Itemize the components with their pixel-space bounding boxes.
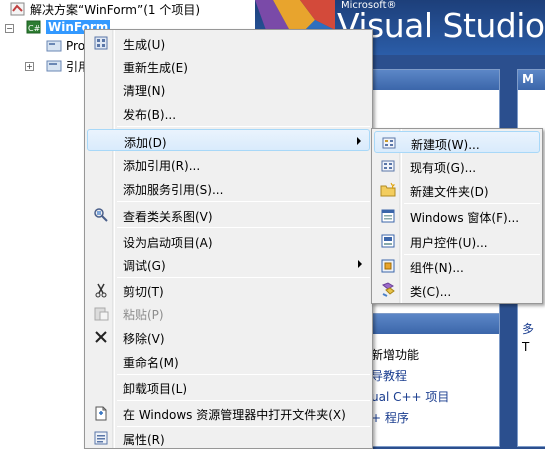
menu-item-label: 重新生成(E) [123, 61, 188, 75]
menu-item-set-startup[interactable]: 设为启动项目(A) [87, 230, 370, 252]
menu-item-label: 粘贴(P) [123, 308, 164, 322]
menu-item-rename[interactable]: 重命名(M) [87, 350, 370, 372]
submenu-item-user-control[interactable]: 用户控件(U)... [374, 230, 540, 252]
menu-item-label: 调试(G) [123, 259, 166, 273]
submenu-item-class[interactable]: 类(C)... [374, 279, 540, 301]
menu-item-label: 查看类关系图(V) [123, 210, 213, 224]
menu-item-add-reference[interactable]: 添加引用(R)... [87, 153, 370, 175]
properties-folder-icon [46, 40, 62, 52]
submenu-item-existing-item[interactable]: 现有项(G)... [374, 155, 540, 177]
menu-item-label: 现有项(G)... [410, 161, 477, 175]
menu-item-label: 移除(V) [123, 332, 165, 346]
project-context-menu: 生成(U) 重新生成(E) 清理(N) 发布(B)... 添加(D) 添加引用(… [84, 29, 373, 449]
menu-item-label: 新建项(W)... [411, 138, 480, 152]
solution-icon [10, 2, 25, 16]
menu-item-add-service-reference[interactable]: 添加服务引用(S)... [87, 177, 370, 199]
references-folder-icon [46, 60, 62, 72]
menu-item-build[interactable]: 生成(U) [87, 32, 370, 54]
menu-item-open-in-explorer[interactable]: 在 Windows 资源管理器中打开文件夹(X) [87, 402, 370, 424]
link-new-features[interactable]: 新增功能 [371, 346, 419, 363]
menu-item-publish[interactable]: 发布(B)... [87, 102, 370, 124]
submenu-item-component[interactable]: 组件(N)... [374, 255, 540, 277]
tree-solution-node[interactable]: 解决方案“WinForm”(1 个项目) [10, 0, 200, 18]
menu-item-label: 组件(N)... [410, 261, 464, 275]
link-tutorial[interactable]: 导教程 [371, 367, 407, 384]
menu-separator [117, 227, 370, 228]
menu-item-label: 属性(R) [123, 433, 165, 447]
menu-item-label: 清理(N) [123, 84, 166, 98]
menu-item-clean[interactable]: 清理(N) [87, 78, 370, 100]
collapse-toggle[interactable]: − [5, 24, 14, 33]
cut-icon [95, 283, 107, 298]
link-vcpp[interactable]: ual C++ 项目 [371, 388, 449, 405]
menu-item-label: 生成(U) [123, 38, 166, 52]
component-icon [381, 259, 395, 273]
screen: Microsoft® Visual Studio T M 多 T 新增功能 导教… [0, 0, 545, 449]
menu-item-label: Windows 窗体(F)... [410, 211, 520, 225]
csharp-badge: C# [28, 24, 41, 33]
solution-label: 解决方案“WinForm”(1 个项目) [30, 2, 201, 17]
user-control-icon [381, 234, 395, 248]
menu-item-properties[interactable]: 属性(R) [87, 427, 370, 449]
menu-item-add[interactable]: 添加(D) [87, 129, 370, 151]
build-icon [94, 36, 108, 50]
submenu-item-new-item[interactable]: 新建项(W)... [374, 131, 540, 153]
right-panel-letter: M [522, 72, 534, 86]
menu-separator [117, 374, 370, 375]
tree-properties-node[interactable]: Pro [46, 37, 85, 55]
menu-item-label: 剪切(T) [123, 285, 164, 299]
menu-separator [117, 126, 370, 127]
menu-item-label: 设为启动项目(A) [123, 236, 213, 250]
menu-item-remove[interactable]: 移除(V) [87, 326, 370, 348]
menu-item-paste[interactable]: 粘贴(P) [87, 302, 370, 324]
csharp-project-icon: C# [26, 20, 41, 34]
open-folder-icon [95, 406, 107, 421]
link-program[interactable]: + 程序 [371, 409, 409, 426]
menu-item-unload[interactable]: 卸载项目(L) [87, 376, 370, 398]
menu-item-label: 在 Windows 资源管理器中打开文件夹(X) [123, 408, 346, 422]
menu-item-label: 发布(B)... [123, 108, 177, 122]
menu-item-label: 卸载项目(L) [123, 382, 188, 396]
right-panel-item[interactable]: T [522, 340, 529, 354]
submenu-item-windows-form[interactable]: Windows 窗体(F)... [374, 205, 540, 227]
menu-item-label: 添加服务引用(S)... [123, 183, 224, 197]
menu-item-debug[interactable]: 调试(G) [87, 253, 370, 275]
menu-item-label: 类(C)... [410, 285, 452, 299]
remove-icon [95, 331, 107, 343]
class-icon [382, 282, 395, 297]
expand-toggle[interactable]: + [25, 62, 34, 71]
menu-item-label: 新建文件夹(D) [410, 185, 489, 199]
menu-item-label: 添加引用(R)... [123, 159, 201, 173]
menu-separator [404, 203, 540, 204]
class-diagram-icon [94, 208, 108, 222]
add-submenu: 新建项(W)... 现有项(G)... 新建文件夹(D) Windows 窗体(… [371, 128, 543, 304]
menu-item-label: 用户控件(U)... [410, 236, 488, 250]
windows-form-icon [381, 209, 395, 223]
new-item-icon [382, 137, 396, 149]
menu-item-label: 添加(D) [124, 136, 167, 150]
properties-icon [94, 431, 108, 445]
menu-separator [117, 201, 370, 202]
menu-item-view-class-diagram[interactable]: 查看类关系图(V) [87, 204, 370, 226]
submenu-arrow-icon [358, 260, 362, 268]
existing-item-icon [381, 160, 395, 172]
paste-icon [94, 307, 109, 321]
submenu-item-new-folder[interactable]: 新建文件夹(D) [374, 179, 540, 201]
menu-separator [117, 277, 370, 278]
menu-item-rebuild[interactable]: 重新生成(E) [87, 55, 370, 77]
right-panel-item[interactable]: 多 [522, 320, 534, 337]
menu-item-cut[interactable]: 剪切(T) [87, 279, 370, 301]
new-folder-icon [380, 182, 396, 197]
submenu-arrow-icon [357, 137, 361, 145]
properties-label: Pro [66, 39, 86, 53]
menu-item-label: 重命名(M) [123, 356, 179, 370]
menu-separator [117, 400, 370, 401]
